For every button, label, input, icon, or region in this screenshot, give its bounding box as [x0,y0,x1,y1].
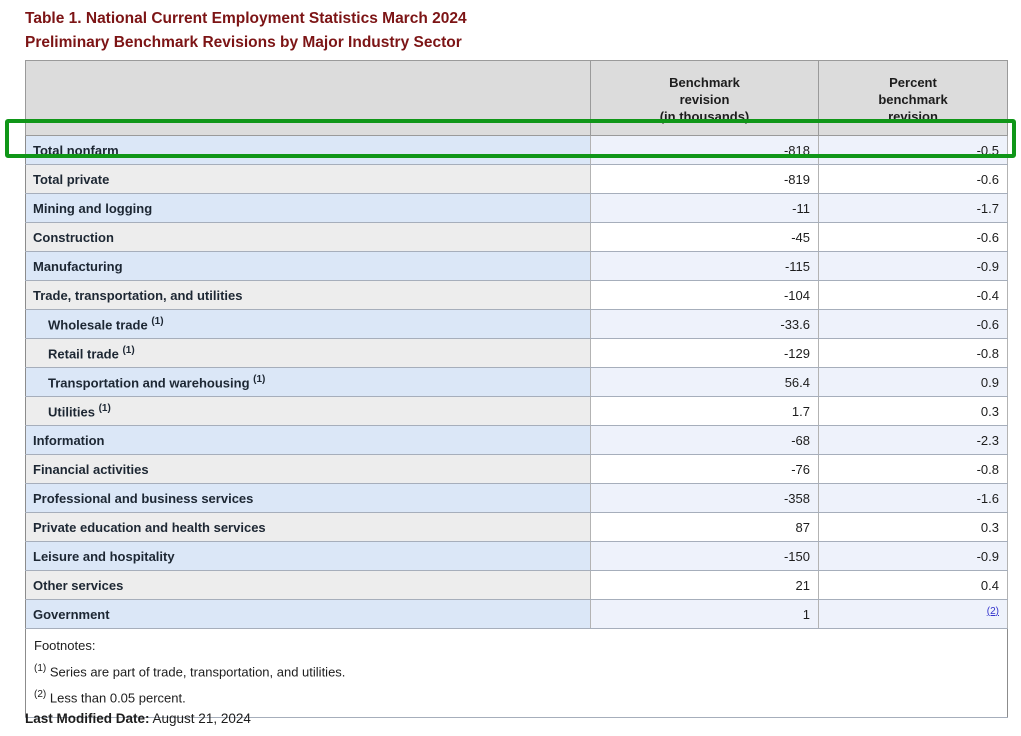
footnotes-row: Footnotes: (1) Series are part of trade,… [26,629,1008,718]
benchmark-revision-value: -33.6 [591,310,819,339]
benchmark-revision-value: -11 [591,194,819,223]
benchmark-revision-value: -818 [591,136,819,165]
industry-label: Total nonfarm [26,136,591,165]
benchmark-revision-value: -76 [591,455,819,484]
footnote-2-reference: (2) [987,606,999,617]
table-body: Total nonfarm-818-0.5Total private-819-0… [26,136,1008,629]
benchmark-revision-value: -104 [591,281,819,310]
industry-label: Transportation and warehousing (1) [26,368,591,397]
benchmark-revision-value: 21 [591,571,819,600]
benchmark-revisions-table: Benchmark revision (in thousands) Percen… [25,60,1008,718]
table-row: Professional and business services-358-1… [26,484,1008,513]
footnotes-section: Footnotes: (1) Series are part of trade,… [26,629,1008,718]
benchmark-revision-value: -150 [591,542,819,571]
table-row: Government1 (2) [26,600,1008,629]
industry-label: Construction [26,223,591,252]
benchmark-revision-value: 87 [591,513,819,542]
table-row: Leisure and hospitality-150-0.9 [26,542,1008,571]
industry-column-header [26,61,591,136]
industry-label: Wholesale trade (1) [26,310,591,339]
table-row: Information-68-2.3 [26,426,1008,455]
benchmark-revision-value: -68 [591,426,819,455]
table-row: Total nonfarm-818-0.5 [26,136,1008,165]
last-modified-label: Last Modified Date: [25,711,150,726]
footnote-marker: (1) [151,316,163,327]
table-row: Financial activities-76-0.8 [26,455,1008,484]
percent-revision-value: -0.5 [819,136,1008,165]
percent-revision-value: 0.3 [819,513,1008,542]
last-modified: Last Modified Date: August 21, 2024 [25,711,251,726]
industry-label: Professional and business services [26,484,591,513]
footnote-1-marker: (1) [34,663,46,674]
percent-revision-value: -0.9 [819,252,1008,281]
industry-label: Mining and logging [26,194,591,223]
industry-label: Manufacturing [26,252,591,281]
benchmark-revision-value: -45 [591,223,819,252]
table-row: Manufacturing-115-0.9 [26,252,1008,281]
industry-label: Information [26,426,591,455]
percent-revision-value: -0.4 [819,281,1008,310]
benchmark-revision-value: 1 [591,600,819,629]
percent-revision-value: 0.4 [819,571,1008,600]
table-row: Wholesale trade (1)-33.6-0.6 [26,310,1008,339]
title-line-1: Table 1. National Current Employment Sta… [25,7,467,31]
benchmark-column-header: Benchmark revision (in thousands) [591,61,819,136]
percent-revision-value: -0.8 [819,455,1008,484]
percent-revision-value: -2.3 [819,426,1008,455]
footnote-1: (1) Series are part of trade, transporta… [34,657,999,683]
footnote-marker: (1) [122,345,134,356]
percent-revision-value: -1.7 [819,194,1008,223]
percent-revision-value: -0.8 [819,339,1008,368]
percent-revision-value: -0.6 [819,310,1008,339]
percent-revision-value: -0.6 [819,223,1008,252]
table-row: Transportation and warehousing (1)56.40.… [26,368,1008,397]
benchmark-revision-value: -115 [591,252,819,281]
percent-column-header: Percent benchmark revision [819,61,1008,136]
footnote-marker: (1) [99,403,111,414]
industry-label: Other services [26,571,591,600]
industry-label: Government [26,600,591,629]
footnote-2-link[interactable]: (2) [987,606,999,617]
table-row: Construction-45-0.6 [26,223,1008,252]
benchmark-revision-value: -819 [591,165,819,194]
industry-label: Private education and health services [26,513,591,542]
benchmark-revision-value: -129 [591,339,819,368]
percent-revision-value: (2) [819,600,1008,629]
benchmark-revision-value: 56.4 [591,368,819,397]
percent-revision-value: 0.9 [819,368,1008,397]
industry-label: Retail trade (1) [26,339,591,368]
industry-label: Leisure and hospitality [26,542,591,571]
benchmark-revision-value: -358 [591,484,819,513]
table-row: Other services210.4 [26,571,1008,600]
last-modified-value: August 21, 2024 [153,711,251,726]
table-row: Total private-819-0.6 [26,165,1008,194]
footnotes-body: Footnotes: (1) Series are part of trade,… [26,629,1008,718]
footnote-2: (2) Less than 0.05 percent. [34,683,999,709]
percent-revision-value: -0.9 [819,542,1008,571]
benchmark-revision-value: 1.7 [591,397,819,426]
percent-revision-value: -0.6 [819,165,1008,194]
table-row: Mining and logging-11-1.7 [26,194,1008,223]
footnote-marker: (1) [253,374,265,385]
percent-revision-value: 0.3 [819,397,1008,426]
table-row: Trade, transportation, and utilities-104… [26,281,1008,310]
industry-label: Trade, transportation, and utilities [26,281,591,310]
industry-label: Total private [26,165,591,194]
footnote-2-text: Less than 0.05 percent. [50,691,186,706]
table-row: Utilities (1)1.70.3 [26,397,1008,426]
footnote-1-text: Series are part of trade, transportation… [50,664,346,679]
table-row: Retail trade (1)-129-0.8 [26,339,1008,368]
page: Table 1. National Current Employment Sta… [0,0,1021,736]
industry-label: Financial activities [26,455,591,484]
page-title: Table 1. National Current Employment Sta… [25,7,467,55]
percent-revision-value: -1.6 [819,484,1008,513]
title-line-2: Preliminary Benchmark Revisions by Major… [25,31,467,55]
industry-label: Utilities (1) [26,397,591,426]
table-row: Private education and health services870… [26,513,1008,542]
header-row: Benchmark revision (in thousands) Percen… [26,61,1008,136]
footnote-2-marker: (2) [34,689,46,700]
footnotes-heading: Footnotes: [34,634,999,657]
